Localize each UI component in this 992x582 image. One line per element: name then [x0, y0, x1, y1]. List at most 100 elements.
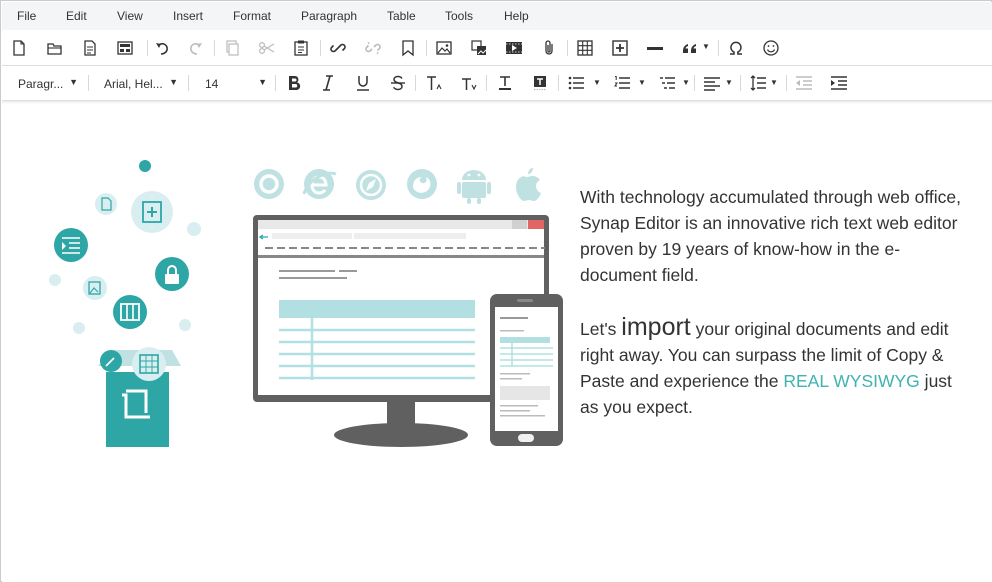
paragraph-style-select[interactable]: Paragr... ▼ [18, 75, 78, 93]
cut-button[interactable] [256, 38, 278, 58]
align-button[interactable] [701, 73, 723, 93]
page-layout-button[interactable] [114, 38, 136, 58]
indent-button[interactable] [828, 73, 850, 93]
bold-button[interactable] [283, 73, 305, 93]
table-button[interactable] [574, 38, 596, 58]
cut-icon [258, 41, 275, 55]
format-toolbar: Paragr... ▼ Arial, Hel... ▼ 14 ▼ ▼ ▼ ▼ ▼… [2, 66, 992, 101]
link-icon [330, 43, 346, 53]
synap-illustration [49, 160, 563, 447]
menu-file[interactable]: File [17, 9, 36, 23]
menu-tools[interactable]: Tools [445, 9, 473, 23]
numbered-list-icon [614, 76, 630, 89]
menu-format[interactable]: Format [233, 9, 271, 23]
toolbar-separator [147, 40, 148, 56]
highlight-icon [534, 76, 546, 91]
import-text-start: Let's [580, 319, 622, 339]
bullet-list-icon [568, 76, 584, 90]
outdent-button[interactable] [793, 73, 815, 93]
underline-button[interactable] [352, 73, 374, 93]
font-size-value: 14 [205, 77, 219, 91]
emoji-icon [763, 40, 779, 56]
emoji-button[interactable] [760, 38, 782, 58]
intro-paragraph[interactable]: With technology accumulated through web … [580, 184, 972, 288]
import-paragraph[interactable]: Let's import your original documents and… [580, 314, 972, 420]
insert-div-icon [612, 40, 628, 56]
bullet-list-button[interactable] [565, 73, 587, 93]
quote-dropdown-caret[interactable]: ▼ [702, 42, 710, 51]
browser-icons [254, 168, 541, 204]
multilevel-list-button[interactable] [656, 73, 678, 93]
phone-illustration [490, 294, 563, 446]
opera-icon [254, 169, 284, 199]
subscript-icon [462, 78, 477, 91]
open-button[interactable] [44, 38, 66, 58]
background-color-button[interactable] [529, 73, 551, 93]
template-button[interactable] [79, 38, 101, 58]
font-size-select[interactable]: 14 ▼ [205, 75, 267, 93]
menu-view[interactable]: View [117, 9, 143, 23]
bookmark-button[interactable] [397, 38, 419, 58]
redo-button[interactable] [185, 38, 207, 58]
image-button[interactable] [433, 38, 455, 58]
paste-icon [294, 40, 308, 56]
align-dropdown-caret[interactable]: ▼ [725, 78, 733, 87]
font-color-button[interactable] [494, 73, 516, 93]
dot [179, 319, 191, 331]
subscript-button[interactable] [458, 73, 480, 93]
toolbar-separator [718, 40, 719, 56]
horizontal-rule-button[interactable] [644, 38, 666, 58]
toolbar-separator [558, 75, 559, 91]
italic-button[interactable] [317, 73, 339, 93]
toolbar-separator [275, 75, 276, 91]
columns-icon [113, 295, 147, 329]
copy-icon [226, 40, 239, 56]
list-icon [54, 228, 88, 262]
multilevel-list-dropdown-caret[interactable]: ▼ [682, 78, 690, 87]
video-button[interactable] [503, 38, 525, 58]
menu-paragraph[interactable]: Paragraph [301, 9, 357, 23]
unlink-button[interactable] [362, 38, 384, 58]
chevron-down-icon: ▼ [258, 77, 267, 87]
undo-icon [156, 43, 168, 55]
line-height-button[interactable] [747, 73, 769, 93]
strikethrough-button[interactable] [387, 73, 409, 93]
indent-icon [831, 76, 847, 90]
toolbar-separator [567, 40, 568, 56]
paragraph-style-value: Paragr... [18, 77, 64, 91]
bullet-list-dropdown-caret[interactable]: ▼ [593, 78, 601, 87]
line-height-dropdown-caret[interactable]: ▼ [770, 78, 778, 87]
quote-button[interactable] [679, 38, 701, 58]
toolbar-separator [426, 40, 427, 56]
new-document-icon [13, 40, 25, 56]
background-image-button[interactable] [468, 38, 490, 58]
superscript-button[interactable] [423, 73, 445, 93]
redo-icon [190, 43, 202, 55]
editor-frame: File Edit View Insert Format Paragraph T… [0, 0, 992, 582]
menu-insert[interactable]: Insert [173, 9, 203, 23]
quote-icon [683, 44, 696, 53]
insert-div-button[interactable] [609, 38, 631, 58]
editor-content-area[interactable]: With technology accumulated through web … [2, 104, 992, 582]
toolbar-separator [486, 75, 487, 91]
menu-help[interactable]: Help [504, 9, 529, 23]
attach-icon [545, 40, 553, 55]
menu-table[interactable]: Table [387, 9, 416, 23]
toolbar-separator [694, 75, 695, 91]
file-icon [95, 193, 117, 215]
attach-button[interactable] [538, 38, 560, 58]
undo-button[interactable] [151, 38, 173, 58]
numbered-list-button[interactable] [611, 73, 633, 93]
menu-edit[interactable]: Edit [66, 9, 87, 23]
paste-button[interactable] [290, 38, 312, 58]
font-family-select[interactable]: Arial, Hel... ▼ [104, 75, 178, 93]
crop-box-icon [98, 347, 181, 447]
copy-button[interactable] [221, 38, 243, 58]
numbered-list-dropdown-caret[interactable]: ▼ [638, 78, 646, 87]
link-button[interactable] [327, 38, 349, 58]
new-document-button[interactable] [8, 38, 30, 58]
toolbar-separator [214, 40, 215, 56]
background-image-icon [471, 40, 487, 55]
font-color-icon [499, 76, 511, 90]
special-char-button[interactable] [725, 38, 747, 58]
